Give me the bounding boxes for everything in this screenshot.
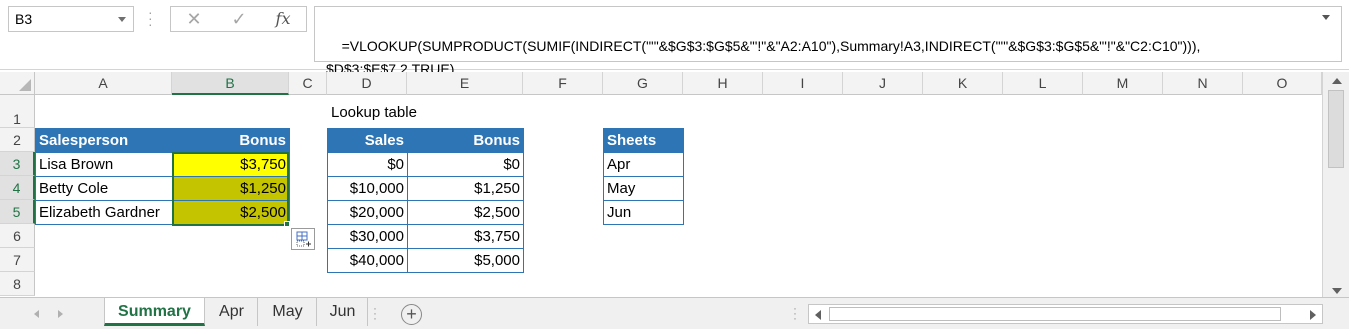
salesperson-cell[interactable]: Betty Cole: [35, 176, 173, 201]
row-header-1[interactable]: 1: [0, 95, 35, 128]
header-salesperson[interactable]: Salesperson: [35, 128, 173, 153]
lookup-bonus-cell[interactable]: $0: [407, 152, 524, 177]
drag-handle-icon[interactable]: · · ·: [148, 5, 153, 31]
column-header-n[interactable]: N: [1163, 72, 1243, 95]
column-header-g[interactable]: G: [603, 72, 683, 95]
bonus-cell[interactable]: $3,750: [172, 152, 290, 177]
lookup-table-title: Lookup table: [331, 104, 417, 121]
scroll-left-icon[interactable]: [815, 310, 821, 320]
scroll-thumb[interactable]: [1328, 90, 1344, 168]
column-header-j[interactable]: J: [843, 72, 923, 95]
column-header-e[interactable]: E: [407, 72, 523, 95]
select-all-icon: [19, 79, 31, 91]
scroll-right-icon[interactable]: [1310, 310, 1316, 320]
lookup-sales-cell[interactable]: $0: [327, 152, 408, 177]
row-header-3[interactable]: 3: [0, 152, 35, 176]
column-header-o[interactable]: O: [1243, 72, 1322, 95]
select-all-button[interactable]: [0, 72, 35, 95]
row-header-4[interactable]: 4: [0, 176, 35, 200]
fill-handle[interactable]: [284, 221, 290, 227]
sheet-name-cell[interactable]: May: [603, 176, 684, 201]
horizontal-scrollbar[interactable]: [808, 304, 1323, 324]
scroll-down-icon[interactable]: [1332, 288, 1342, 294]
expand-formula-bar-icon[interactable]: [1322, 15, 1330, 20]
row-header-2[interactable]: 2: [0, 128, 35, 152]
worksheet-grid[interactable]: ABCDEFGHIJKLMNO 12345678 Lookup table Sal…: [0, 70, 1322, 296]
chevron-down-icon[interactable]: [118, 17, 126, 22]
more-tabs-icon[interactable]: · · ·: [373, 302, 379, 324]
bonus-cell[interactable]: $1,250: [172, 176, 290, 201]
sheet-tab-bar: Summary Apr May Jun · · · + · · ·: [0, 297, 1349, 329]
tab-may[interactable]: May: [259, 298, 317, 326]
lookup-header-sales[interactable]: Sales: [327, 128, 408, 153]
enter-icon[interactable]: ✓: [219, 7, 259, 31]
column-header-k[interactable]: K: [923, 72, 1003, 95]
scroll-thumb-horizontal[interactable]: [829, 307, 1281, 321]
sheets-header[interactable]: Sheets: [603, 128, 684, 153]
insert-function-icon[interactable]: fx: [263, 7, 303, 31]
column-header-l[interactable]: L: [1003, 72, 1083, 95]
column-header-d[interactable]: D: [327, 72, 407, 95]
header-bonus[interactable]: Bonus: [172, 128, 290, 153]
tab-apr[interactable]: Apr: [206, 298, 258, 326]
column-header-h[interactable]: H: [683, 72, 763, 95]
sheet-name-cell[interactable]: Apr: [603, 152, 684, 177]
sheet-name-cell[interactable]: Jun: [603, 200, 684, 225]
row-header-5[interactable]: 5: [0, 200, 35, 224]
salesperson-cell[interactable]: Lisa Brown: [35, 152, 173, 177]
add-sheet-icon[interactable]: +: [401, 304, 422, 325]
splitter-handle-icon[interactable]: · · ·: [793, 302, 799, 324]
row-header-8[interactable]: 8: [0, 272, 35, 296]
name-box-value: B3: [15, 11, 33, 27]
lookup-sales-cell[interactable]: $30,000: [327, 224, 408, 249]
lookup-bonus-cell[interactable]: $3,750: [407, 224, 524, 249]
lookup-bonus-cell[interactable]: $1,250: [407, 176, 524, 201]
lookup-sales-cell[interactable]: $40,000: [327, 248, 408, 273]
lookup-sales-cell[interactable]: $10,000: [327, 176, 408, 201]
name-box[interactable]: B3: [8, 6, 134, 32]
column-header-m[interactable]: M: [1083, 72, 1163, 95]
cancel-icon[interactable]: ✕: [174, 7, 214, 31]
column-header-b[interactable]: B: [172, 72, 289, 95]
next-sheet-icon[interactable]: [58, 310, 63, 318]
salesperson-cell[interactable]: Elizabeth Gardner: [35, 200, 173, 225]
column-header-i[interactable]: I: [763, 72, 843, 95]
tab-summary[interactable]: Summary: [104, 298, 205, 326]
lookup-bonus-cell[interactable]: $5,000: [407, 248, 524, 273]
vertical-scrollbar[interactable]: [1322, 72, 1349, 300]
prev-sheet-icon[interactable]: [34, 310, 39, 318]
quick-analysis-button[interactable]: [291, 228, 315, 250]
tab-jun[interactable]: Jun: [318, 298, 368, 326]
quick-analysis-icon: [296, 231, 311, 247]
column-header-f[interactable]: F: [523, 72, 603, 95]
bonus-cell[interactable]: $2,500: [172, 200, 290, 225]
lookup-bonus-cell[interactable]: $2,500: [407, 200, 524, 225]
formula-bar: B3 · · · ✕ ✓ fx =VLOOKUP(SUMPRODUCT(SUMIF(…: [0, 0, 1349, 77]
row-header-6[interactable]: 6: [0, 224, 35, 248]
formula-input[interactable]: =VLOOKUP(SUMPRODUCT(SUMIF(INDIRECT("'"&$…: [314, 6, 1342, 77]
formula-buttons: ✕ ✓ fx: [170, 6, 307, 32]
column-header-c[interactable]: C: [289, 72, 327, 95]
column-header-a[interactable]: A: [35, 72, 172, 95]
row-header-7[interactable]: 7: [0, 248, 35, 272]
lookup-header-bonus[interactable]: Bonus: [407, 128, 524, 153]
lookup-sales-cell[interactable]: $20,000: [327, 200, 408, 225]
scroll-up-icon[interactable]: [1332, 78, 1342, 84]
